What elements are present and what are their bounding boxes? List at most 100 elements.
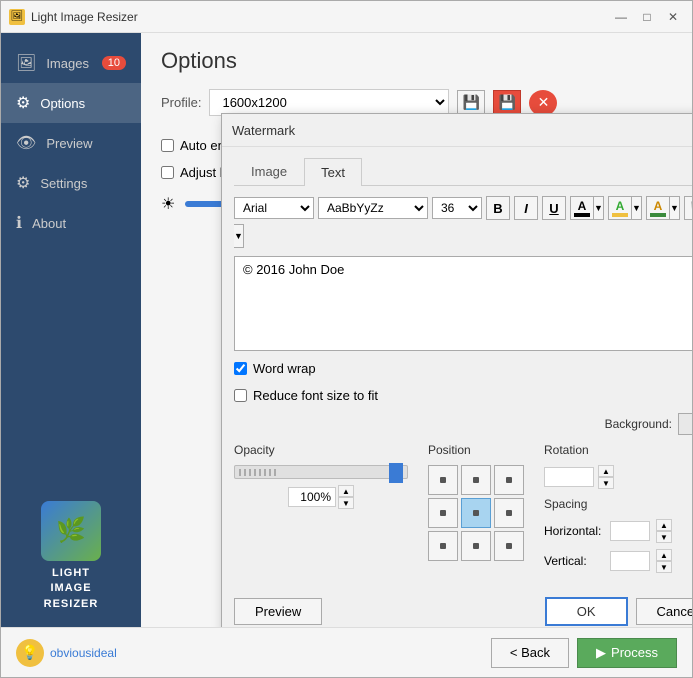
brand-icon: 💡 [16, 639, 44, 667]
vertical-up-button[interactable]: ▲ [656, 549, 672, 561]
pos-btn-bottom-right[interactable] [494, 531, 524, 561]
font-size-select[interactable]: 36 12 24 48 72 [432, 197, 482, 219]
word-wrap-row: Word wrap [234, 359, 692, 378]
profile-delete-button[interactable]: ✕ [529, 90, 557, 116]
position-grid [428, 465, 524, 561]
vertical-spinners: ▲ ▼ [656, 549, 672, 573]
adjust-brightness-checkbox[interactable] [161, 166, 174, 179]
italic-button[interactable]: I [514, 196, 538, 220]
opacity-title: Opacity [234, 443, 408, 457]
opacity-up-button[interactable]: ▲ [338, 485, 354, 497]
pos-btn-bottom-left[interactable] [428, 531, 458, 561]
flag-button[interactable]: 🏴 [684, 196, 692, 220]
pos-btn-top-left[interactable] [428, 465, 458, 495]
opacity-value-input[interactable] [288, 487, 336, 507]
sidebar-item-images[interactable]: 🖼 Images 10 [1, 43, 141, 83]
window-controls: — □ ✕ [610, 6, 684, 28]
tab-image[interactable]: Image [234, 157, 304, 185]
rotation-up-button[interactable]: ▲ [598, 465, 614, 477]
process-label: Process [611, 645, 658, 660]
opacity-slider-wrapper [234, 465, 408, 479]
font-select[interactable]: Arial Times New Roman Verdana [234, 197, 314, 219]
vertical-spacing-row: Vertical: 0 ▲ ▼ [544, 549, 692, 573]
horizontal-label: Horizontal: [544, 524, 604, 538]
sidebar: 🖼 Images 10 ⚙ Options 👁 Preview ⚙ Set [1, 33, 141, 627]
vertical-down-button[interactable]: ▼ [656, 561, 672, 573]
minimize-button[interactable]: — [610, 6, 632, 28]
tab-text[interactable]: Text [304, 158, 362, 186]
text-area-wrapper: © 2016 John Doe [234, 256, 692, 351]
rotation-down-button[interactable]: ▼ [598, 477, 614, 489]
horizontal-up-button[interactable]: ▲ [656, 519, 672, 531]
sidebar-item-about[interactable]: ℹ About [1, 203, 141, 243]
auto-enhance-checkbox[interactable] [161, 139, 174, 152]
font-color-dropdown[interactable]: ▼ [594, 196, 604, 220]
opacity-track[interactable] [234, 465, 408, 479]
sidebar-label-images: Images [46, 56, 89, 71]
profile-select[interactable]: 1600x1200 1024x768 800x600 Custom [209, 89, 449, 116]
preview-text-select[interactable]: AaBbYyZz [318, 197, 428, 219]
about-icon: ℹ [16, 213, 22, 233]
word-wrap-checkbox[interactable] [234, 362, 247, 375]
modal-cancel-button[interactable]: Cancel [636, 598, 692, 625]
main-content: Options Profile: 1600x1200 1024x768 800x… [141, 33, 692, 627]
horizontal-down-button[interactable]: ▼ [656, 531, 672, 543]
highlight-color-button[interactable]: A [608, 196, 632, 220]
pos-btn-center[interactable] [461, 498, 491, 528]
sidebar-label-options: Options [40, 96, 85, 111]
watermark-modal: Watermark ✕ Image Text Arial Times New R… [221, 113, 692, 627]
modal-body: Image Text Arial Times New Roman Verdana… [222, 147, 692, 589]
rotation-value-input[interactable]: 0,0° [544, 467, 594, 487]
text-bg-color-button[interactable]: A [646, 196, 670, 220]
profile-load-button[interactable]: 💾 [457, 90, 485, 116]
pos-btn-middle-left[interactable] [428, 498, 458, 528]
flag-dropdown[interactable]: ▼ [234, 224, 244, 248]
horizontal-value-input[interactable]: 0 [610, 521, 650, 541]
opacity-thumb[interactable] [389, 463, 403, 483]
modal-ok-button[interactable]: OK [545, 597, 628, 626]
pos-btn-top-right[interactable] [494, 465, 524, 495]
back-button[interactable]: < Back [491, 638, 569, 668]
vertical-value-input[interactable]: 0 [610, 551, 650, 571]
sidebar-item-preview[interactable]: 👁 Preview [1, 123, 141, 163]
text-toolbar: Arial Times New Roman Verdana AaBbYyZz 3… [234, 196, 692, 248]
spacing-title: Spacing [544, 497, 692, 511]
modal-preview-button[interactable]: Preview [234, 598, 322, 625]
maximize-button[interactable]: □ [636, 6, 658, 28]
modal-footer: Preview OK Cancel [222, 589, 692, 627]
opacity-section: Opacity [234, 443, 408, 579]
underline-button[interactable]: U [542, 196, 566, 220]
text-bg-color-dropdown[interactable]: ▼ [670, 196, 680, 220]
background-color-box[interactable] [678, 413, 692, 435]
sections-row: Opacity [234, 443, 692, 579]
app-icon: 🖼 [9, 9, 25, 25]
sidebar-logo: 🌿 LIGHTIMAGERESIZER [1, 481, 141, 627]
opacity-down-button[interactable]: ▼ [338, 497, 354, 509]
position-title: Position [428, 443, 524, 457]
background-label: Background: [605, 417, 672, 431]
rotation-row: 0,0° ▲ ▼ [544, 465, 692, 489]
bottom-bar: 💡 obviousideal < Back ▶ Process [1, 627, 692, 677]
sidebar-item-settings[interactable]: ⚙ Settings [1, 163, 141, 203]
images-icon: 🖼 [16, 53, 36, 73]
watermark-text-area[interactable]: © 2016 John Doe [235, 257, 692, 347]
bold-button[interactable]: B [486, 196, 510, 220]
profile-save-button[interactable]: 💾 [493, 90, 521, 116]
font-color-button[interactable]: A [570, 196, 594, 220]
close-button[interactable]: ✕ [662, 6, 684, 28]
bottom-right-controls: < Back ▶ Process [491, 638, 677, 668]
vertical-label: Vertical: [544, 554, 604, 568]
opacity-value-row: ▲ ▼ [234, 485, 408, 509]
pos-btn-top-center[interactable] [461, 465, 491, 495]
sidebar-item-options[interactable]: ⚙ Options [1, 83, 141, 123]
pos-btn-middle-right[interactable] [494, 498, 524, 528]
process-button[interactable]: ▶ Process [577, 638, 677, 668]
reduce-font-checkbox[interactable] [234, 389, 247, 402]
images-badge: 10 [102, 56, 126, 70]
horizontal-spinners: ▲ ▼ [656, 519, 672, 543]
background-row: Background: [234, 413, 692, 435]
page-title: Options [161, 48, 672, 74]
pos-btn-bottom-center[interactable] [461, 531, 491, 561]
reduce-font-label: Reduce font size to fit [253, 388, 378, 403]
highlight-color-dropdown[interactable]: ▼ [632, 196, 642, 220]
